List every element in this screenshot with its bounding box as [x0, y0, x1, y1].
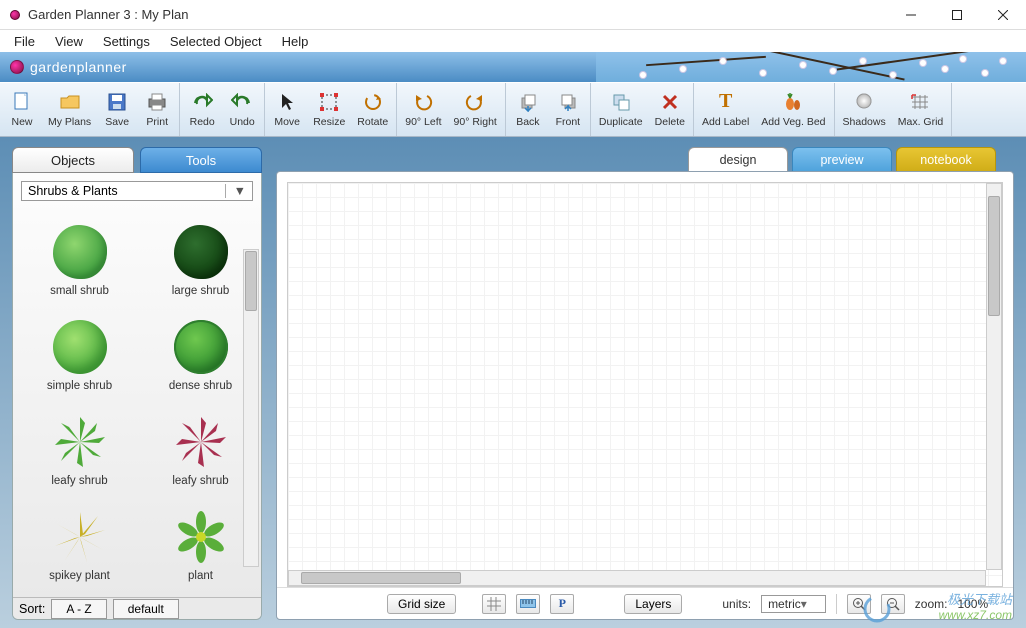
p-button[interactable]: P — [550, 594, 574, 614]
tab-preview[interactable]: preview — [792, 147, 892, 171]
redo-icon — [191, 90, 213, 114]
duplicate-icon — [611, 90, 631, 114]
tab-design[interactable]: design — [688, 147, 788, 171]
tab-notebook[interactable]: notebook — [896, 147, 996, 171]
save-button[interactable]: Save — [97, 83, 137, 136]
print-icon — [146, 90, 168, 114]
canvas-hscroll[interactable] — [288, 570, 986, 586]
menu-settings[interactable]: Settings — [95, 32, 158, 51]
object-spikey-plant[interactable]: spikey plant — [19, 498, 140, 593]
rotate-left-button[interactable]: 90° Left — [399, 83, 447, 136]
folder-icon — [59, 90, 81, 114]
grid-size-button[interactable]: Grid size — [387, 594, 456, 614]
category-value: Shrubs & Plants — [28, 184, 118, 198]
brand-text: gardenplanner — [30, 59, 127, 75]
app-icon — [10, 10, 20, 20]
undo-button[interactable]: Undo — [222, 83, 262, 136]
units-select[interactable]: metric ▾ — [761, 595, 826, 613]
delete-button[interactable]: Delete — [649, 83, 691, 136]
duplicate-button[interactable]: Duplicate — [593, 83, 649, 136]
max-grid-button[interactable]: Max. Grid — [892, 83, 950, 136]
rotate-right-button[interactable]: 90° Right — [448, 83, 503, 136]
units-label: units: — [722, 597, 751, 611]
delete-icon — [661, 90, 679, 114]
veg-icon — [782, 90, 804, 114]
zoom-label: zoom: — [915, 597, 948, 611]
move-button[interactable]: Move — [267, 83, 307, 136]
shadows-icon — [854, 90, 874, 114]
text-icon: T — [719, 90, 732, 114]
window-title: Garden Planner 3 : My Plan — [28, 7, 188, 22]
menu-view[interactable]: View — [47, 32, 91, 51]
cursor-icon — [279, 90, 295, 114]
rotate-left-icon — [413, 90, 433, 114]
sort-label: Sort: — [19, 602, 45, 616]
shadows-button[interactable]: Shadows — [837, 83, 892, 136]
sort-default-button[interactable]: default — [113, 599, 179, 619]
send-back-icon — [519, 90, 537, 114]
add-veg-bed-button[interactable]: Add Veg. Bed — [755, 83, 831, 136]
zoom-value: 100% — [957, 597, 988, 611]
rotate-button[interactable]: Rotate — [351, 83, 394, 136]
zoom-out-button[interactable] — [881, 594, 905, 614]
object-small-shrub[interactable]: small shrub — [19, 213, 140, 308]
object-leafy-shrub-1[interactable]: leafy shrub — [19, 403, 140, 498]
resize-button[interactable]: Resize — [307, 83, 351, 136]
front-button[interactable]: Front — [548, 83, 588, 136]
close-button[interactable] — [980, 0, 1026, 30]
back-button[interactable]: Back — [508, 83, 548, 136]
grid-icon — [910, 90, 930, 114]
tab-tools[interactable]: Tools — [140, 147, 262, 173]
titlebar: Garden Planner 3 : My Plan — [0, 0, 1026, 30]
grid-toggle-button[interactable] — [482, 594, 506, 614]
menu-file[interactable]: File — [6, 32, 43, 51]
add-label-button[interactable]: TAdd Label — [696, 83, 755, 136]
rotate-right-icon — [465, 90, 485, 114]
brand-icon — [10, 60, 24, 74]
maximize-button[interactable] — [934, 0, 980, 30]
undo-icon — [231, 90, 253, 114]
print-button[interactable]: Print — [137, 83, 177, 136]
layers-button[interactable]: Layers — [624, 594, 682, 614]
ruler-button[interactable] — [516, 594, 540, 614]
banner: gardenplanner — [0, 52, 1026, 82]
bottom-bar: Grid size P Layers units: metric ▾ zoom:… — [277, 587, 1013, 619]
new-button[interactable]: New — [2, 83, 42, 136]
object-simple-shrub[interactable]: simple shrub — [19, 308, 140, 403]
minimize-button[interactable] — [888, 0, 934, 30]
sort-az-button[interactable]: A - Z — [51, 599, 106, 619]
rotate-icon — [363, 90, 383, 114]
design-canvas[interactable] — [287, 182, 1003, 587]
canvas-vscroll[interactable] — [986, 183, 1002, 570]
menu-selected-object[interactable]: Selected Object — [162, 32, 270, 51]
objects-panel: Shrubs & Plants ▼ small shrub large shru… — [12, 173, 262, 620]
menubar: File View Settings Selected Object Help — [0, 30, 1026, 52]
myplans-button[interactable]: My Plans — [42, 83, 97, 136]
zoom-in-button[interactable] — [847, 594, 871, 614]
menu-help[interactable]: Help — [274, 32, 317, 51]
tab-objects[interactable]: Objects — [12, 147, 134, 173]
new-icon — [12, 90, 32, 114]
chevron-down-icon: ▼ — [225, 184, 246, 198]
objects-scrollbar[interactable] — [243, 249, 259, 567]
toolbar: New My Plans Save Print Redo Undo Move R… — [0, 82, 1026, 137]
redo-button[interactable]: Redo — [182, 83, 222, 136]
resize-icon — [319, 90, 339, 114]
bring-front-icon — [559, 90, 577, 114]
category-select[interactable]: Shrubs & Plants ▼ — [21, 181, 253, 201]
save-icon — [107, 90, 127, 114]
